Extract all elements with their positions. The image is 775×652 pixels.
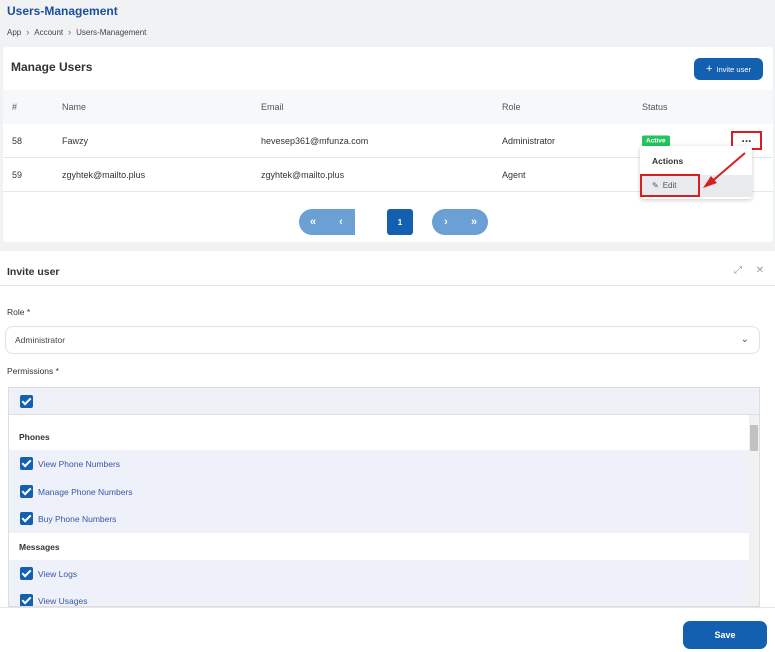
cell-name: zgyhtek@mailto.plus [62,169,146,180]
cell-role: Agent [502,169,526,180]
permissions-label: Permissions * [7,366,59,376]
permission-row[interactable]: View Phone Numbers [9,450,749,478]
permission-label: View Phone Numbers [38,459,121,469]
pencil-icon: ✎ [652,181,659,190]
close-icon[interactable]: ✕ [753,263,767,277]
panel-title: Invite user [7,266,60,278]
select-all-checkbox[interactable] [20,395,33,408]
breadcrumb-users-management: Users-Management [76,27,147,37]
table-header: # Name Email Role Status [3,90,773,124]
cell-email: zgyhtek@mailto.plus [261,169,345,180]
chevron-right-icon: › [68,27,72,37]
invite-user-label: Invite user [716,64,752,74]
plus-icon: + [705,62,713,75]
permission-checkbox[interactable] [20,457,33,470]
cell-email: hevesep361@mfunza.com [261,135,369,146]
col-status: Status [642,102,668,112]
permission-label: View Usages [38,596,88,606]
scrollbar-thumb[interactable] [750,425,758,451]
cell-id: 59 [12,169,23,180]
save-button[interactable]: Save [683,621,767,649]
group-row: Messages [9,532,749,560]
edit-label: Edit [662,181,677,190]
permission-label: Buy Phone Numbers [38,514,117,524]
permission-row[interactable]: View Logs [9,559,749,587]
col-email: Email [261,102,284,112]
col-role: Role [502,102,521,112]
scrollbar[interactable] [749,415,759,606]
panel-controls: ⤢ ✕ [731,263,767,277]
last-page-button[interactable]: » [460,209,488,235]
next-page-button[interactable]: › [432,209,460,235]
role-select[interactable]: Administrator ⌄ [5,326,760,354]
invite-user-button[interactable]: + Invite user [694,58,763,80]
edit-menu-item[interactable]: ✎ Edit [640,174,700,197]
actions-menu-title: Actions [652,156,684,166]
chevron-down-icon: ⌄ [740,334,749,345]
role-label: Role * [7,307,31,317]
col-name: Name [62,102,87,112]
permission-checkbox[interactable] [20,512,33,525]
permission-row[interactable]: Buy Phone Numbers [9,505,749,533]
cell-role: Administrator [502,135,556,146]
breadcrumb-account[interactable]: Account [34,28,63,37]
permission-row[interactable]: Manage Phone Numbers [9,477,749,505]
divider [0,285,775,286]
permission-checkbox[interactable] [20,594,33,606]
chevron-right-icon: › [26,27,30,37]
group-label: Phones [19,432,50,442]
breadcrumb: App › Account › Users-Management [7,27,146,37]
manage-users-card: Manage Users + Invite user # Name Email … [3,47,773,242]
invite-user-panel: Invite user ⤢ ✕ Role * Administrator ⌄ P… [0,251,775,652]
group-label: Messages [19,541,60,552]
prev-page-button[interactable]: ‹ [327,209,355,235]
permission-row[interactable]: View Usages [9,587,749,606]
cell-name: Fawzy [62,135,89,146]
status-badge: Active [642,135,670,146]
pagination: « ‹ 1 › » [299,209,488,235]
card-title: Manage Users [11,60,93,74]
permission-label: Manage Phone Numbers [38,486,133,497]
expand-icon[interactable]: ⤢ [731,263,745,277]
annotation-arrow-icon [703,152,746,188]
role-value: Administrator [15,335,66,345]
breadcrumb-app[interactable]: App [7,28,21,37]
group-row: Phones [9,423,749,450]
permissions-header [9,388,759,415]
permission-checkbox[interactable] [20,484,33,498]
divider [0,607,775,608]
page-1-button[interactable]: 1 [387,209,413,235]
page-title: Users-Management [7,4,118,18]
permission-label: View Logs [38,568,78,579]
permissions-table: Phones View Phone Numbers Manage Phone N… [8,387,760,607]
first-page-button[interactable]: « [299,209,327,235]
col-id: # [12,102,18,112]
cell-id: 58 [12,135,23,146]
permission-checkbox[interactable] [20,566,33,580]
